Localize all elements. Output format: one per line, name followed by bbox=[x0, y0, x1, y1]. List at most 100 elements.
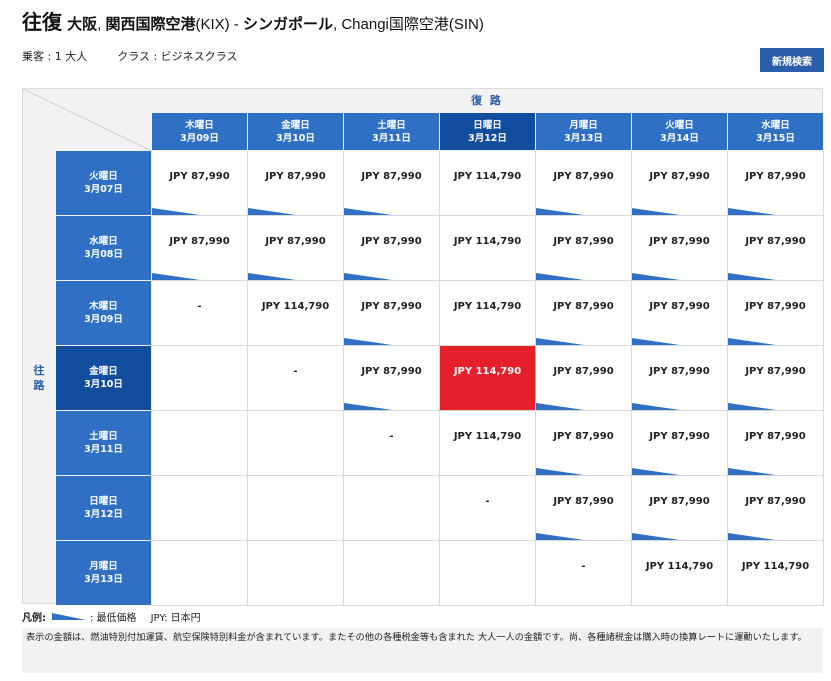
lowest-price-marker-icon bbox=[728, 533, 776, 540]
fare-price: JPY 114,790 bbox=[453, 171, 522, 182]
fare-cell[interactable]: JPY 87,990 bbox=[344, 151, 440, 216]
fare-cell[interactable]: JPY 114,790 bbox=[440, 411, 536, 476]
fare-cell[interactable]: JPY 87,990 bbox=[344, 281, 440, 346]
fare-cell-empty: - bbox=[152, 281, 248, 346]
fare-cell[interactable]: JPY 87,990 bbox=[632, 281, 728, 346]
fare-cell[interactable]: JPY 87,990 bbox=[728, 151, 824, 216]
fare-cell[interactable]: JPY 87,990 bbox=[536, 476, 632, 541]
fare-cell[interactable]: JPY 87,990 bbox=[728, 411, 824, 476]
fare-price: JPY 87,990 bbox=[265, 236, 326, 247]
fare-cell[interactable]: JPY 87,990 bbox=[536, 281, 632, 346]
corner-diagonal bbox=[23, 89, 152, 151]
outbound-date: 3月08日 bbox=[84, 249, 123, 260]
fare-price: JPY 87,990 bbox=[553, 171, 614, 182]
fare-cell[interactable]: JPY 87,990 bbox=[536, 216, 632, 281]
fare-cell-empty bbox=[440, 541, 536, 606]
fare-price: JPY 87,990 bbox=[361, 236, 422, 247]
fare-price: JPY 87,990 bbox=[745, 431, 806, 442]
outbound-label-char: 往 bbox=[33, 364, 45, 377]
fare-cell[interactable]: JPY 87,990 bbox=[728, 346, 824, 411]
lowest-price-marker-icon bbox=[248, 208, 296, 215]
cabin-class: クラス : ビジネスクラス bbox=[117, 50, 238, 63]
lowest-price-marker-icon bbox=[248, 273, 296, 280]
fare-price: JPY 87,990 bbox=[553, 236, 614, 247]
outbound-date-header: 水曜日 3月08日 bbox=[56, 216, 151, 280]
fare-price: - bbox=[197, 301, 202, 312]
lowest-price-marker-icon bbox=[536, 468, 584, 475]
new-search-button[interactable]: 新規検索 bbox=[760, 48, 824, 72]
fare-cell-selected[interactable]: JPY 114,790 bbox=[440, 346, 536, 411]
fare-price: JPY 114,790 bbox=[453, 301, 522, 312]
outbound-date: 3月07日 bbox=[84, 184, 123, 195]
fare-cell[interactable]: JPY 87,990 bbox=[152, 151, 248, 216]
search-summary: 乗客 : 1 大人 クラス : ビジネスクラス bbox=[22, 48, 237, 64]
fare-cell[interactable]: JPY 114,790 bbox=[440, 216, 536, 281]
return-label: 復 路 bbox=[471, 94, 503, 107]
fare-cell[interactable]: JPY 87,990 bbox=[728, 476, 824, 541]
fare-price: JPY 87,990 bbox=[553, 301, 614, 312]
fare-cell[interactable]: JPY 87,990 bbox=[728, 216, 824, 281]
fare-matrix: 復 路 往 路 木曜日 3月09日 金曜日 3月10日 土曜日 3月11日 日曜日 3月12日… bbox=[22, 88, 824, 606]
fare-price: JPY 87,990 bbox=[649, 236, 710, 247]
outbound-date: 3月10日 bbox=[84, 379, 123, 390]
fare-price: JPY 114,790 bbox=[261, 301, 330, 312]
fare-price: JPY 87,990 bbox=[649, 431, 710, 442]
lowest-price-marker-icon bbox=[536, 533, 584, 540]
fare-price: JPY 87,990 bbox=[361, 366, 422, 377]
fare-price: JPY 114,790 bbox=[741, 561, 810, 572]
outbound-day: 金曜日 bbox=[89, 366, 118, 377]
dest-airport: Changi国際空港 bbox=[341, 16, 449, 33]
outbound-date-header: 火曜日 3月07日 bbox=[56, 151, 151, 215]
fare-price: JPY 87,990 bbox=[265, 171, 326, 182]
fare-cell[interactable]: JPY 114,790 bbox=[632, 541, 728, 606]
fare-price: JPY 87,990 bbox=[361, 301, 422, 312]
fare-cell[interactable]: JPY 87,990 bbox=[248, 216, 344, 281]
return-day: 土曜日 bbox=[377, 119, 406, 131]
fare-cell[interactable]: JPY 87,990 bbox=[152, 216, 248, 281]
fare-price: JPY 87,990 bbox=[553, 366, 614, 377]
fare-cell[interactable]: JPY 87,990 bbox=[632, 151, 728, 216]
fare-price: JPY 114,790 bbox=[453, 366, 522, 377]
lowest-price-marker-icon bbox=[536, 273, 584, 280]
lowest-price-marker-icon bbox=[344, 208, 392, 215]
outbound-day: 日曜日 bbox=[89, 496, 118, 507]
return-date-header: 火曜日 3月14日 bbox=[632, 113, 727, 150]
fare-price: JPY 114,790 bbox=[453, 431, 522, 442]
outbound-date: 3月13日 bbox=[84, 574, 123, 585]
outbound-date-header: 日曜日 3月12日 bbox=[56, 476, 151, 540]
fare-cell[interactable]: JPY 114,790 bbox=[440, 151, 536, 216]
fare-cell-empty: - bbox=[440, 476, 536, 541]
fare-cell[interactable]: JPY 87,990 bbox=[248, 151, 344, 216]
fare-cell[interactable]: JPY 114,790 bbox=[728, 541, 824, 606]
fare-cell[interactable]: JPY 87,990 bbox=[632, 216, 728, 281]
fare-cell[interactable]: JPY 87,990 bbox=[728, 281, 824, 346]
fare-cell[interactable]: JPY 87,990 bbox=[632, 346, 728, 411]
return-date: 3月15日 bbox=[756, 132, 795, 144]
lowest-price-marker-icon bbox=[344, 273, 392, 280]
fare-cell[interactable]: JPY 87,990 bbox=[632, 411, 728, 476]
origin-city: 大阪 bbox=[67, 16, 98, 33]
fare-price: JPY 87,990 bbox=[745, 301, 806, 312]
fare-cell-empty: - bbox=[344, 411, 440, 476]
lowest-price-marker-icon bbox=[152, 208, 200, 215]
fare-cell[interactable]: JPY 87,990 bbox=[344, 346, 440, 411]
passenger-count: 乗客 : 1 大人 bbox=[22, 50, 88, 63]
lowest-price-marker-icon bbox=[632, 468, 680, 475]
route-description: 大阪, 関西国際空港(KIX) - シンガポール, Changi国際空港(SIN… bbox=[67, 16, 484, 33]
fare-cell[interactable]: JPY 87,990 bbox=[536, 411, 632, 476]
lowest-price-marker-icon bbox=[536, 338, 584, 345]
outbound-date-header: 土曜日 3月11日 bbox=[56, 411, 151, 475]
return-day: 水曜日 bbox=[761, 119, 790, 131]
lowest-price-marker-icon bbox=[728, 338, 776, 345]
fare-cell[interactable]: JPY 114,790 bbox=[440, 281, 536, 346]
fare-price: JPY 87,990 bbox=[649, 171, 710, 182]
fare-price: JPY 114,790 bbox=[645, 561, 714, 572]
fare-cell[interactable]: JPY 87,990 bbox=[632, 476, 728, 541]
fare-price: JPY 87,990 bbox=[745, 496, 806, 507]
fare-cell[interactable]: JPY 114,790 bbox=[248, 281, 344, 346]
fare-cell[interactable]: JPY 87,990 bbox=[536, 151, 632, 216]
lowest-price-marker-icon bbox=[728, 208, 776, 215]
fare-price: JPY 87,990 bbox=[169, 236, 230, 247]
fare-cell[interactable]: JPY 87,990 bbox=[344, 216, 440, 281]
fare-cell[interactable]: JPY 87,990 bbox=[536, 346, 632, 411]
